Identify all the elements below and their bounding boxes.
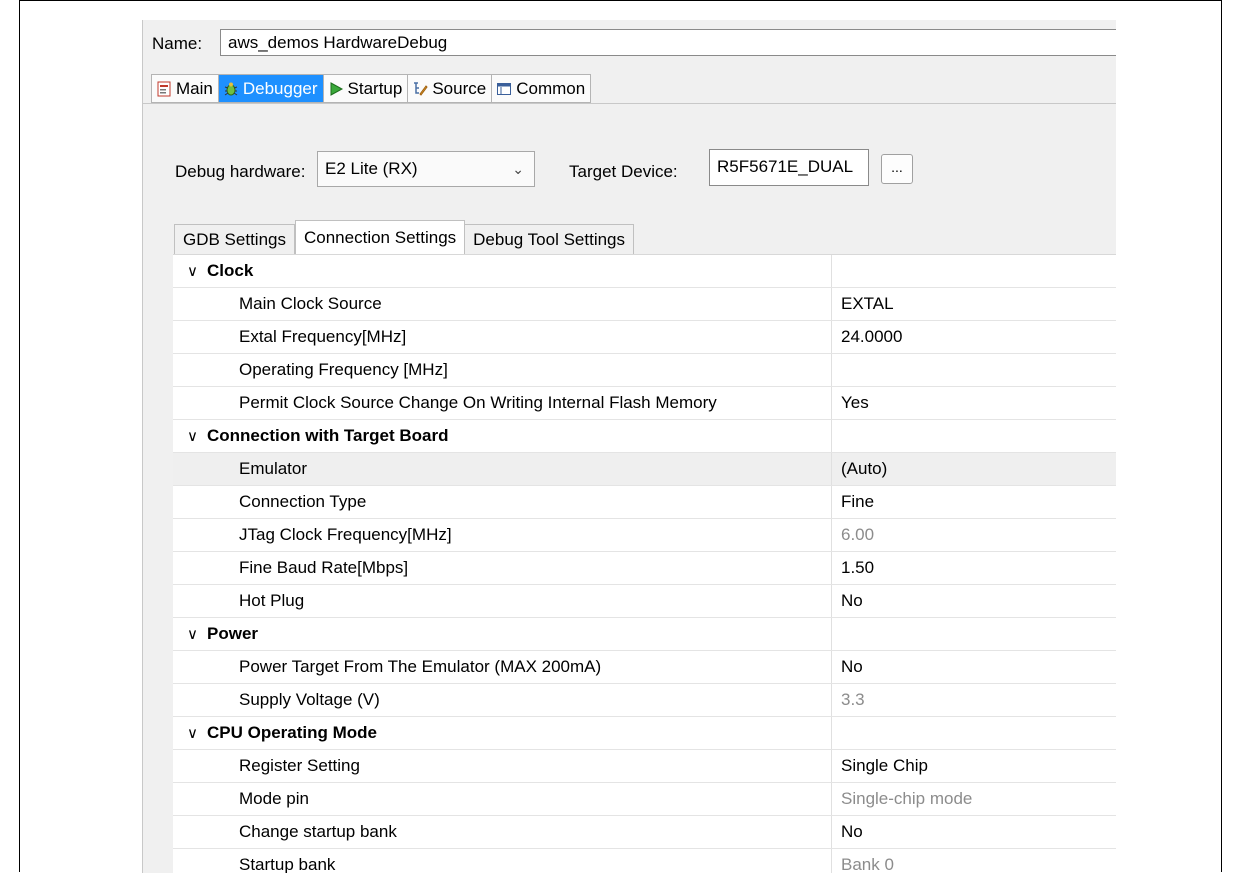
chevron-down-icon[interactable]: ∨ [187, 619, 207, 651]
property-value: 3.3 [831, 684, 1116, 716]
property-value[interactable]: 24.0000 [831, 321, 1116, 353]
debug-hardware-value: E2 Lite (RX) [325, 159, 418, 178]
property-name: Startup bank [239, 855, 336, 873]
category-label: Connection with Target Board [207, 426, 449, 445]
property-name: Fine Baud Rate[Mbps] [239, 558, 409, 577]
property-value[interactable]: Yes [831, 387, 1116, 419]
property-row[interactable]: Supply Voltage (V) 3.3 [173, 684, 1116, 717]
chevron-down-icon[interactable]: ∨ [187, 256, 207, 288]
property-row[interactable]: Power Target From The Emulator (MAX 200m… [173, 651, 1116, 684]
category-label: CPU Operating Mode [207, 723, 378, 742]
startup-play-icon [328, 81, 344, 97]
property-row[interactable]: Mode pin Single-chip mode [173, 783, 1116, 816]
property-value[interactable]: (Auto) [831, 453, 1116, 485]
property-row[interactable]: Permit Clock Source Change On Writing In… [173, 387, 1116, 420]
debug-hardware-label: Debug hardware: [175, 162, 306, 181]
category-row[interactable]: ∨ CPU Operating Mode [173, 717, 1116, 750]
name-label: Name: [152, 34, 203, 53]
property-name: Permit Clock Source Change On Writing In… [239, 393, 717, 412]
category-label: Clock [207, 261, 254, 280]
tab-startup-label: Startup [347, 78, 403, 98]
tab-common[interactable]: Common [491, 74, 592, 103]
category-value-cell [831, 255, 1116, 287]
property-value[interactable]: EXTAL [831, 288, 1116, 320]
debugger-bug-icon [223, 81, 239, 97]
property-row[interactable]: Startup bank Bank 0 [173, 849, 1116, 873]
property-name: Register Setting [239, 756, 360, 775]
connection-settings-grid: ∨ Clock Main Clock Source EXTAL Extal Freque… [173, 254, 1116, 873]
property-row[interactable]: Connection Type Fine [173, 486, 1116, 519]
tab-source-label: Source [432, 78, 487, 98]
subtab-debug-tool-settings[interactable]: Debug Tool Settings [465, 224, 635, 254]
chevron-down-icon[interactable]: ∨ [187, 718, 207, 750]
tab-debugger-label: Debugger [242, 78, 318, 98]
property-value[interactable]: Fine [831, 486, 1116, 518]
source-lookup-icon [412, 81, 429, 97]
target-device-label: Target Device: [569, 162, 678, 181]
property-row[interactable]: Change startup bank No [173, 816, 1116, 849]
category-label: Power [207, 624, 259, 643]
main-tab-icon [156, 81, 172, 97]
property-value[interactable]: 1.50 [831, 552, 1116, 584]
category-row[interactable]: ∨ Connection with Target Board [173, 420, 1116, 453]
tab-common-label: Common [516, 78, 586, 98]
subtab-connection-settings[interactable]: Connection Settings [295, 220, 466, 254]
chevron-down-icon: ⌄ [512, 161, 524, 177]
property-name: Supply Voltage (V) [239, 690, 380, 709]
property-row[interactable]: Extal Frequency[MHz] 24.0000 [173, 321, 1116, 354]
property-name: Mode pin [239, 789, 309, 808]
property-name: Main Clock Source [239, 294, 382, 313]
tab-startup[interactable]: Startup [322, 74, 408, 103]
tab-main[interactable]: Main [151, 74, 218, 103]
launch-config-tabs: Main Debugger Startup Source Common [151, 74, 592, 103]
subtab-gdb-settings[interactable]: GDB Settings [174, 224, 295, 254]
property-row[interactable]: Hot Plug No [173, 585, 1116, 618]
property-value[interactable]: No [831, 585, 1116, 617]
debug-hardware-select[interactable]: E2 Lite (RX) ⌄ [317, 151, 535, 187]
property-name: Hot Plug [239, 591, 305, 610]
common-table-icon [496, 81, 512, 97]
property-name: JTag Clock Frequency[MHz] [239, 525, 452, 544]
property-row[interactable]: Emulator (Auto) [173, 453, 1116, 486]
name-row: Name: aws_demos HardwareDebug [143, 20, 1116, 66]
property-row[interactable]: Fine Baud Rate[Mbps] 1.50 [173, 552, 1116, 585]
property-row[interactable]: JTag Clock Frequency[MHz] 6.00 [173, 519, 1116, 552]
property-name: Change startup bank [239, 822, 397, 841]
browse-target-device-button[interactable]: ... [881, 154, 913, 184]
property-name: Extal Frequency[MHz] [239, 327, 407, 346]
property-row[interactable]: Operating Frequency [MHz] [173, 354, 1116, 387]
target-device-field[interactable]: R5F5671E_DUAL [709, 149, 869, 186]
property-name: Connection Type [239, 492, 367, 511]
debugger-tab-content: Debug hardware: E2 Lite (RX) ⌄ Target De… [151, 104, 1116, 873]
tab-source[interactable]: Source [407, 74, 492, 103]
chevron-down-icon[interactable]: ∨ [187, 421, 207, 453]
property-name: Operating Frequency [MHz] [239, 360, 448, 379]
property-value[interactable]: No [831, 651, 1116, 683]
property-name: Emulator [239, 459, 308, 478]
property-name: Power Target From The Emulator (MAX 200m… [239, 657, 602, 676]
category-row[interactable]: ∨ Power [173, 618, 1116, 651]
category-value-cell [831, 618, 1116, 650]
property-value[interactable]: Single Chip [831, 750, 1116, 782]
category-value-cell [831, 420, 1116, 452]
category-row[interactable]: ∨ Clock [173, 255, 1116, 288]
launch-configuration-panel: Name: aws_demos HardwareDebug Main Debug… [142, 20, 1116, 873]
tab-main-label: Main [176, 78, 213, 98]
property-value[interactable] [831, 354, 1116, 386]
configuration-name-field[interactable]: aws_demos HardwareDebug [220, 29, 1116, 56]
debugger-subtabs: GDB Settings Connection Settings Debug T… [174, 220, 635, 254]
category-value-cell [831, 717, 1116, 749]
property-row[interactable]: Main Clock Source EXTAL [173, 288, 1116, 321]
property-value[interactable]: No [831, 816, 1116, 848]
property-value: Bank 0 [831, 849, 1116, 873]
property-value: Single-chip mode [831, 783, 1116, 815]
property-value: 6.00 [831, 519, 1116, 551]
property-row[interactable]: Register Setting Single Chip [173, 750, 1116, 783]
tab-debugger[interactable]: Debugger [217, 74, 323, 103]
